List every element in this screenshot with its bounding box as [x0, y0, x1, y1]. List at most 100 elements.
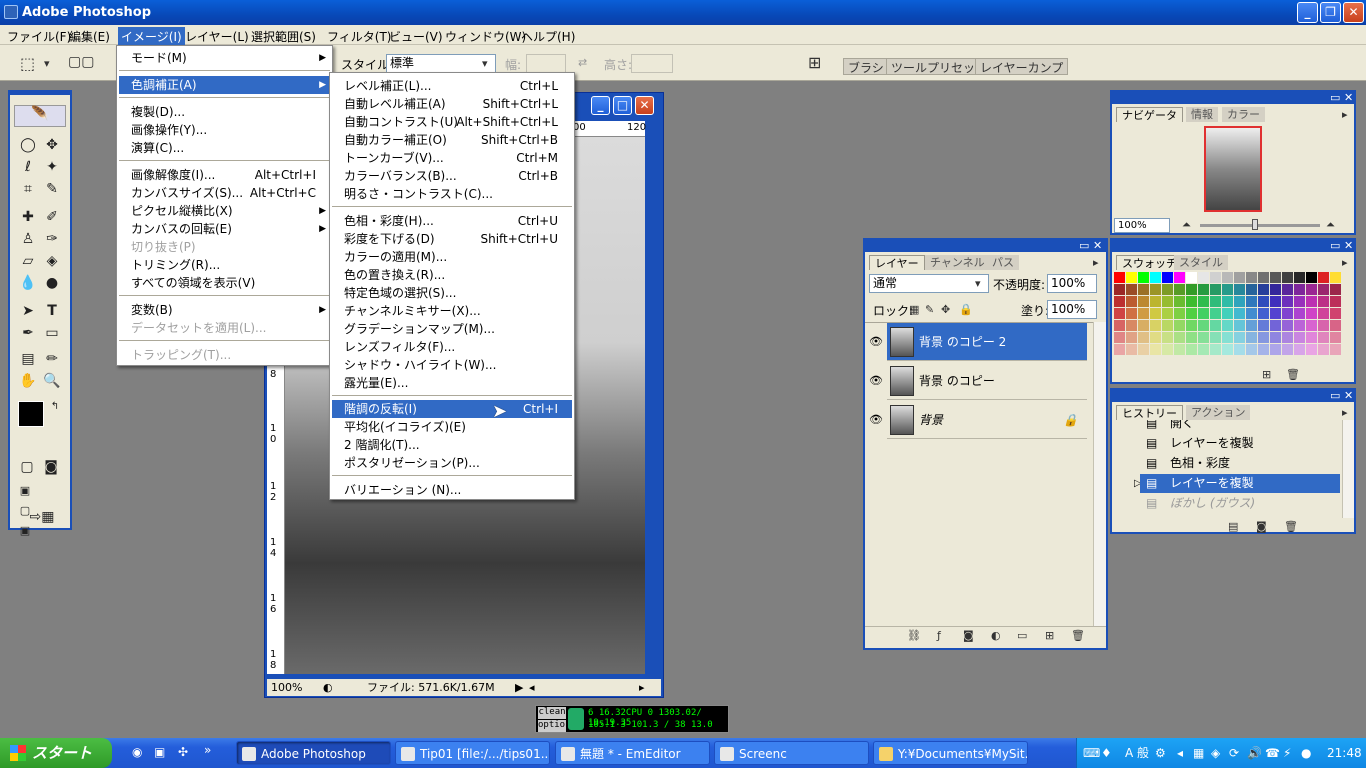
- menu-item-pixel-aspect[interactable]: ピクセル縦横比(X) ▶: [119, 202, 330, 220]
- menu-item-posterize[interactable]: ポスタリゼーション(P)...: [332, 454, 572, 472]
- color-swatch[interactable]: [1294, 320, 1305, 331]
- brush-icon[interactable]: ✐: [41, 207, 63, 227]
- color-swatch[interactable]: [1282, 308, 1293, 319]
- tab-history[interactable]: ヒストリー: [1116, 405, 1183, 420]
- zoom-out-icon[interactable]: ⏶: [1182, 218, 1191, 232]
- color-swatch[interactable]: [1198, 296, 1209, 307]
- opacity-input[interactable]: 100%: [1047, 274, 1097, 293]
- palette-menu-icon[interactable]: ▸: [1093, 256, 1099, 269]
- task-tip01[interactable]: Tip01 [file:/.../tips01...: [395, 741, 550, 765]
- power-icon[interactable]: ⚡: [1283, 738, 1291, 768]
- new-layer-icon[interactable]: ⊞: [1045, 629, 1054, 642]
- style-select[interactable]: 標準: [386, 54, 496, 73]
- color-swatch[interactable]: [1270, 308, 1281, 319]
- visibility-eye-icon[interactable]: 👁: [869, 413, 883, 426]
- color-swatch[interactable]: [1222, 284, 1233, 295]
- menu-window[interactable]: ウィンドウ(W): [442, 27, 529, 46]
- healing-brush-icon[interactable]: ✚: [17, 207, 39, 227]
- menu-item-threshold[interactable]: 2 階調化(T)...: [332, 436, 572, 454]
- blur-icon[interactable]: 💧: [17, 273, 39, 293]
- tab-styles[interactable]: スタイル: [1174, 255, 1228, 270]
- color-swatch[interactable]: [1162, 320, 1173, 331]
- color-swatch[interactable]: [1246, 284, 1257, 295]
- doc-close-button[interactable]: ✕: [635, 96, 654, 115]
- color-swatch[interactable]: [1330, 284, 1341, 295]
- color-swatch[interactable]: [1114, 284, 1125, 295]
- fill-input[interactable]: 100%: [1047, 300, 1097, 319]
- color-swatch[interactable]: [1198, 308, 1209, 319]
- h-scroll-right-icon[interactable]: ▸: [639, 679, 645, 696]
- color-swatch[interactable]: [1222, 308, 1233, 319]
- tab-layer-comps[interactable]: レイヤーカンプ: [975, 58, 1069, 75]
- color-swatch[interactable]: [1282, 344, 1293, 355]
- task-screenc[interactable]: Screenc: [714, 741, 869, 765]
- height-input[interactable]: [631, 54, 673, 73]
- blend-mode-select[interactable]: 通常: [869, 274, 989, 293]
- dropdown-arrow-icon[interactable]: ▾: [44, 57, 50, 70]
- color-swatch[interactable]: [1258, 320, 1269, 331]
- phone-icon[interactable]: ☎: [1265, 738, 1280, 768]
- color-swatch[interactable]: [1234, 320, 1245, 331]
- tray-app-icon[interactable]: ♦: [1101, 738, 1112, 768]
- color-swatch[interactable]: [1234, 344, 1245, 355]
- visibility-eye-icon[interactable]: 👁: [869, 374, 883, 387]
- color-swatch[interactable]: [1306, 308, 1317, 319]
- tab-actions[interactable]: アクション: [1186, 405, 1251, 420]
- color-swatch[interactable]: [1294, 284, 1305, 295]
- selection-mode-icon[interactable]: ▢▢: [68, 54, 94, 70]
- color-swatch[interactable]: [1270, 332, 1281, 343]
- layer-style-icon[interactable]: ƒ: [937, 629, 941, 642]
- color-swatch[interactable]: [1114, 308, 1125, 319]
- tab-brushes[interactable]: ブラシ: [843, 58, 889, 75]
- path-select-icon[interactable]: ➤: [17, 301, 39, 321]
- zoom-icon[interactable]: 🔍: [41, 371, 63, 391]
- color-swatch[interactable]: [1306, 272, 1317, 283]
- color-swatch[interactable]: [1246, 308, 1257, 319]
- delete-swatch-icon[interactable]: 🗑: [1286, 368, 1300, 381]
- lasso-icon[interactable]: ℓ: [17, 157, 39, 177]
- color-swatch[interactable]: [1138, 320, 1149, 331]
- navigator-thumbnail[interactable]: [1204, 126, 1262, 212]
- color-swatch[interactable]: [1294, 272, 1305, 283]
- menu-item-selective-color[interactable]: 特定色域の選択(S)...: [332, 284, 572, 302]
- color-swatch[interactable]: [1294, 296, 1305, 307]
- color-swatch[interactable]: [1174, 332, 1185, 343]
- tab-layers[interactable]: レイヤー: [869, 255, 925, 270]
- color-swatch[interactable]: [1186, 332, 1197, 343]
- color-swatch[interactable]: [1174, 272, 1185, 283]
- quicklaunch-ie-icon[interactable]: ◉: [132, 745, 142, 759]
- menu-item-auto-color[interactable]: 自動カラー補正(O) Shift+Ctrl+B: [332, 131, 572, 149]
- tab-color[interactable]: カラー: [1222, 107, 1265, 122]
- status-icon[interactable]: ◐: [323, 679, 333, 696]
- color-swatch[interactable]: [1234, 284, 1245, 295]
- start-button[interactable]: スタート: [0, 738, 112, 768]
- color-swatch[interactable]: [1294, 308, 1305, 319]
- color-swatch[interactable]: [1138, 332, 1149, 343]
- color-swatch[interactable]: [1210, 272, 1221, 283]
- color-swatch[interactable]: [1138, 272, 1149, 283]
- eraser-icon[interactable]: ▱: [17, 251, 39, 271]
- standard-mode-icon[interactable]: ▢: [16, 457, 38, 477]
- menu-item-canvas-size[interactable]: カンバスサイズ(S)... Alt+Ctrl+C: [119, 184, 330, 202]
- magic-wand-icon[interactable]: ✦: [41, 157, 63, 177]
- clone-stamp-icon[interactable]: ♙: [17, 229, 39, 249]
- color-swatch[interactable]: [1114, 272, 1125, 283]
- color-swatch[interactable]: [1318, 332, 1329, 343]
- color-swatch[interactable]: [1198, 344, 1209, 355]
- color-swatch[interactable]: [1210, 332, 1221, 343]
- color-swatch[interactable]: [1306, 296, 1317, 307]
- rectangle-icon[interactable]: ▭: [41, 323, 63, 343]
- zoom-in-icon[interactable]: ⏶: [1326, 218, 1335, 232]
- menu-item-channel-mixer[interactable]: チャンネルミキサー(X)...: [332, 302, 572, 320]
- color-swatch[interactable]: [1126, 320, 1137, 331]
- color-swatch[interactable]: [1174, 296, 1185, 307]
- menu-item-image-size[interactable]: 画像解像度(I)... Alt+Ctrl+I: [119, 166, 330, 184]
- color-swatch[interactable]: [1318, 344, 1329, 355]
- ime-settings-icon[interactable]: ⚙: [1155, 738, 1166, 768]
- color-swatch[interactable]: [1318, 320, 1329, 331]
- color-swatch[interactable]: [1210, 284, 1221, 295]
- marquee-tool-icon[interactable]: ⬚: [20, 54, 35, 73]
- hand-icon[interactable]: ✋: [17, 371, 39, 391]
- color-swatch[interactable]: [1294, 332, 1305, 343]
- color-swatch[interactable]: [1126, 308, 1137, 319]
